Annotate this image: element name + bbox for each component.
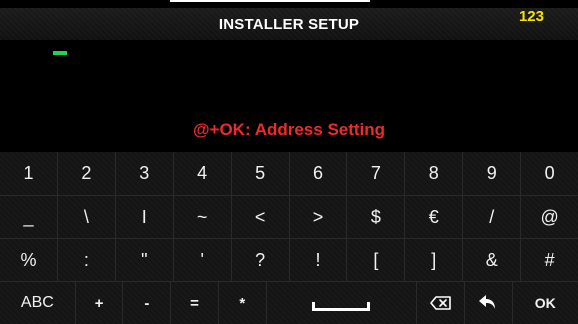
installer-setup-screen: INSTALLER SETUP 123 @+OK: Address Settin… [0,0,578,324]
abc-mode-button[interactable]: ABC [0,282,75,324]
key-5[interactable]: 5 [230,152,289,195]
key-1[interactable]: 1 [0,152,57,195]
key-asterisk[interactable]: * [217,282,266,324]
address-setting-hint: @+OK: Address Setting [192,120,386,139]
key-3[interactable]: 3 [114,152,173,195]
keyboard-row-controls: ABC + - = * OK [0,281,578,324]
key-4[interactable]: 4 [172,152,231,195]
title-bar: INSTALLER SETUP [0,8,578,40]
ok-button[interactable]: OK [511,282,578,324]
key-6[interactable]: 6 [288,152,347,195]
key-at[interactable]: @ [520,196,578,238]
key-equals[interactable]: = [170,282,218,324]
keyboard-row-digits: 1 2 3 4 5 6 7 8 9 0 [0,152,578,195]
on-screen-keyboard: 1 2 3 4 5 6 7 8 9 0 _ \ I ~ < > $ € / @ … [0,152,578,324]
key-2[interactable]: 2 [56,152,115,195]
key-backslash[interactable]: \ [56,196,115,238]
key-percent[interactable]: % [0,239,57,281]
key-less-than[interactable]: < [230,196,289,238]
key-slash[interactable]: / [462,196,520,238]
text-cursor [53,51,67,55]
key-greater-than[interactable]: > [288,196,347,238]
key-exclamation[interactable]: ! [288,239,347,281]
return-arrow-icon [479,295,496,309]
key-7[interactable]: 7 [346,152,404,195]
keyboard-row-symbols-1: _ \ I ~ < > $ € / @ [0,195,578,238]
space-key[interactable] [265,282,417,324]
keyboard-row-symbols-2: % : " ' ? ! [ ] & # [0,238,578,281]
key-ampersand[interactable]: & [462,239,520,281]
key-underscore[interactable]: _ [0,196,57,238]
key-pipe[interactable]: I [114,196,173,238]
key-double-quote[interactable]: " [114,239,173,281]
key-single-quote[interactable]: ' [172,239,231,281]
key-colon[interactable]: : [56,239,115,281]
key-plus[interactable]: + [74,282,123,324]
key-tilde[interactable]: ~ [172,196,231,238]
key-question[interactable]: ? [230,239,289,281]
key-euro[interactable]: € [404,196,462,238]
key-0[interactable]: 0 [520,152,578,195]
key-8[interactable]: 8 [404,152,462,195]
key-dollar[interactable]: $ [346,196,404,238]
page-title: INSTALLER SETUP [218,15,360,33]
backspace-button[interactable] [416,282,464,324]
key-9[interactable]: 9 [462,152,520,195]
space-icon [312,301,371,311]
key-right-bracket[interactable]: ] [404,239,462,281]
top-indicator-strip [170,0,370,2]
backspace-icon [429,296,451,310]
key-minus[interactable]: - [122,282,170,324]
key-left-bracket[interactable]: [ [346,239,404,281]
back-button[interactable] [463,282,512,324]
input-mode-indicator[interactable]: 123 [519,8,544,25]
key-hash[interactable]: # [520,239,578,281]
